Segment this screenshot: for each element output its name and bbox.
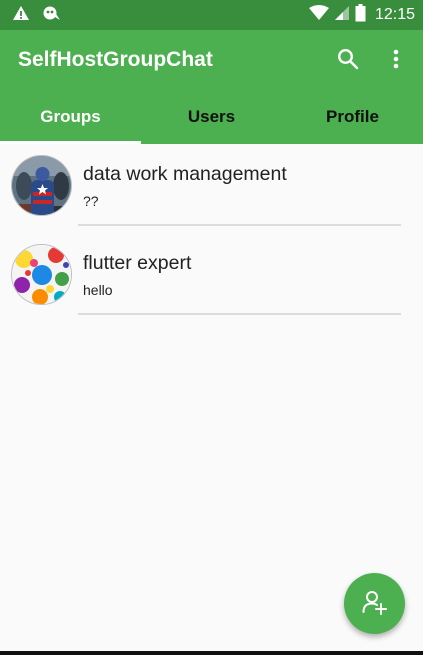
more-vert-icon[interactable]: [383, 46, 409, 72]
search-icon[interactable]: [335, 46, 361, 72]
group-avatar: [11, 155, 72, 216]
divider: [78, 313, 401, 315]
group-name: data work management: [83, 163, 287, 185]
app-title: SelfHostGroupChat: [18, 48, 213, 71]
wifi-icon: [308, 5, 329, 25]
notification-icon: [42, 5, 62, 25]
battery-icon: [355, 4, 366, 26]
cell-signal-icon: [334, 5, 350, 25]
tab-profile[interactable]: Profile: [282, 90, 423, 144]
bottom-edge: [0, 651, 423, 655]
status-time: 12:15: [374, 6, 415, 23]
app-bar-actions: [335, 46, 409, 72]
warning-icon: [12, 5, 30, 25]
app-bar: SelfHostGroupChat Groups Users Profile: [0, 30, 423, 144]
status-bar-right: 12:15: [308, 4, 415, 26]
add-person-icon: [362, 589, 388, 619]
tab-groups[interactable]: Groups: [0, 90, 141, 144]
add-group-fab[interactable]: [344, 573, 405, 634]
list-item[interactable]: data work management ??: [0, 144, 423, 233]
list-item[interactable]: flutter expert hello: [0, 233, 423, 322]
group-name: flutter expert: [83, 252, 192, 274]
group-last-message: ??: [83, 193, 99, 209]
tab-bar: Groups Users Profile: [0, 90, 423, 144]
status-bar: 12:15: [0, 0, 423, 30]
group-last-message: hello: [83, 282, 113, 298]
group-list: data work management ?? flutter expert h…: [0, 144, 423, 322]
status-bar-left: [12, 5, 62, 25]
divider: [78, 224, 401, 226]
group-avatar: [11, 244, 72, 305]
tab-users[interactable]: Users: [141, 90, 282, 144]
